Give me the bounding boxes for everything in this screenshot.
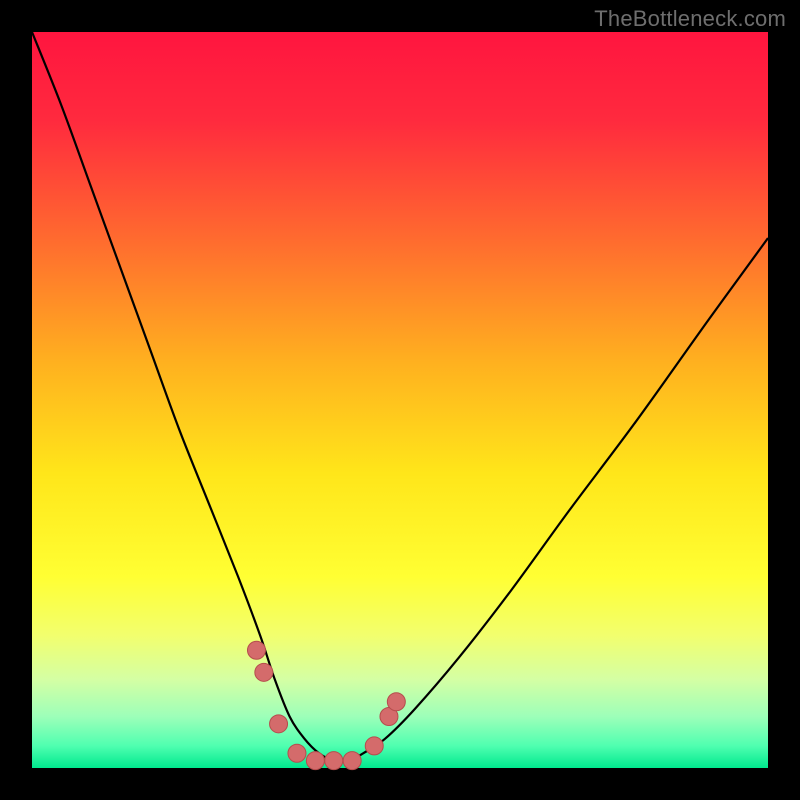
- curve-marker: [343, 752, 361, 770]
- marker-group: [247, 641, 405, 769]
- plot-area: [32, 32, 768, 768]
- watermark-text: TheBottleneck.com: [594, 6, 786, 32]
- curve-marker: [255, 663, 273, 681]
- bottleneck-curve: [32, 32, 768, 762]
- curve-marker: [247, 641, 265, 659]
- curve-marker: [365, 737, 383, 755]
- curve-layer: [32, 32, 768, 768]
- curve-marker: [270, 715, 288, 733]
- curve-marker: [325, 752, 343, 770]
- chart-frame: TheBottleneck.com: [0, 0, 800, 800]
- curve-marker: [288, 744, 306, 762]
- curve-marker: [387, 693, 405, 711]
- curve-marker: [306, 752, 324, 770]
